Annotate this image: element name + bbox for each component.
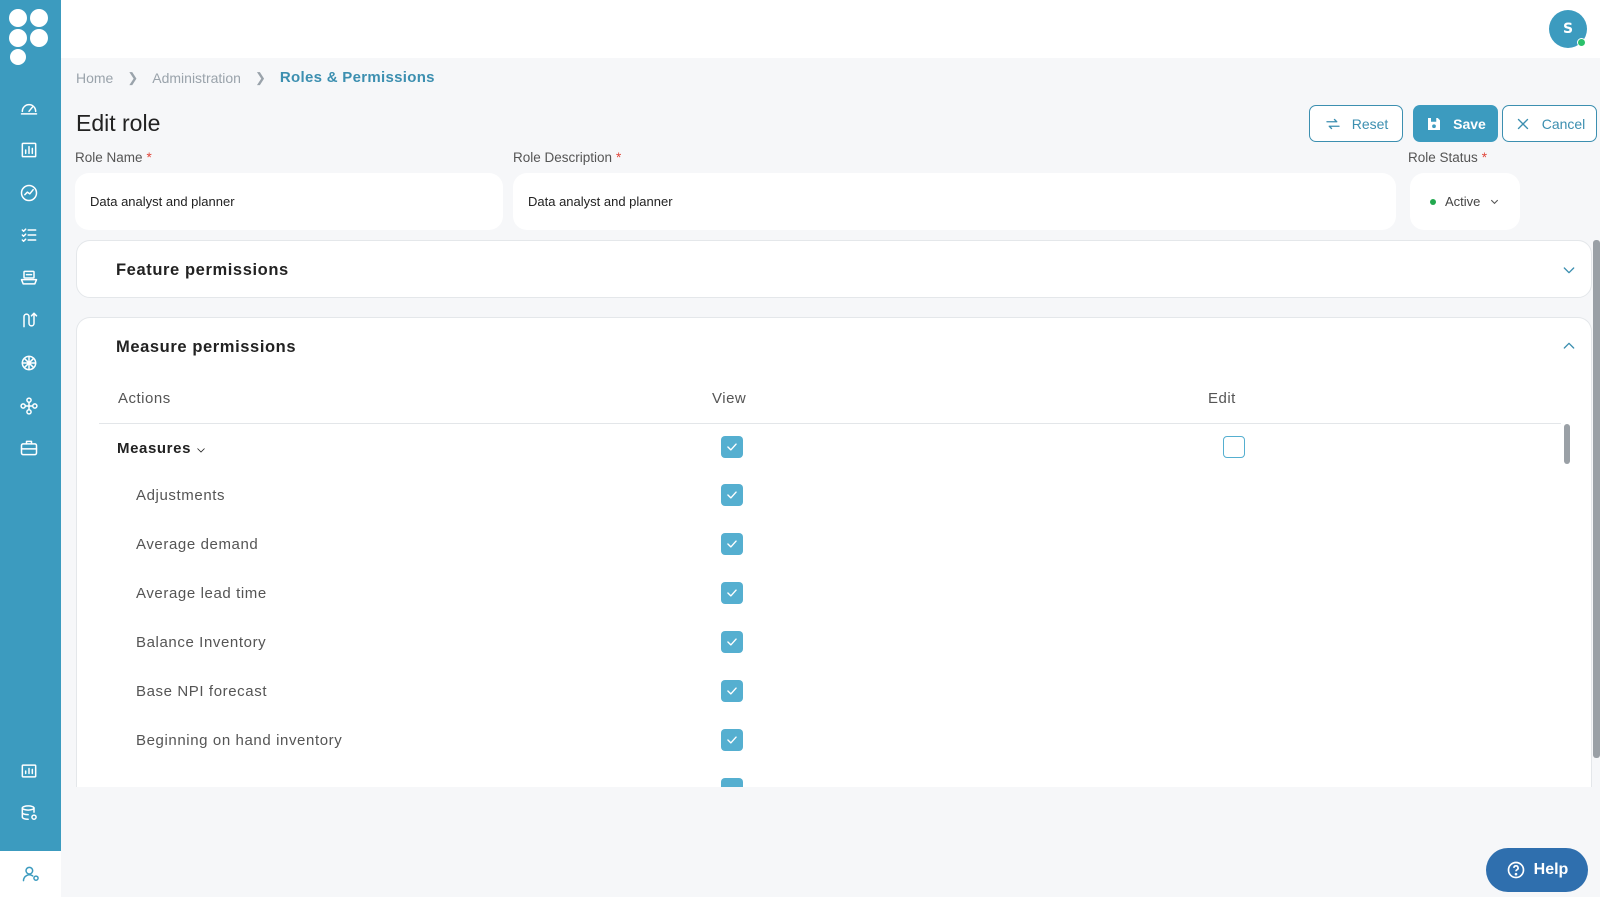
check-icon <box>727 540 737 548</box>
check-icon <box>727 638 737 646</box>
help-button[interactable]: Help <box>1486 848 1588 892</box>
chevron-down-icon <box>1491 199 1499 205</box>
measures-edit-checkbox[interactable] <box>1223 436 1245 458</box>
check-icon <box>727 589 737 597</box>
row-label-balance-inventory: Balance Inventory <box>136 634 267 651</box>
avatar-initial: S <box>1562 21 1574 37</box>
breadcrumb: Home ❯ Administration ❯ Roles & Permissi… <box>76 69 435 86</box>
row-label-beginning-on-hand-inventory: Beginning on hand inventory <box>136 732 343 749</box>
measures-group-label: Measures <box>117 440 192 457</box>
chevron-down-icon <box>195 443 207 455</box>
role-name-label: Role Name * <box>75 150 152 165</box>
status-active-dot <box>1430 198 1436 205</box>
reset-label: Reset <box>1351 115 1389 132</box>
breadcrumb-home[interactable]: Home <box>76 70 113 86</box>
breadcrumb-current: Roles & Permissions <box>279 69 435 86</box>
row-label-average-demand: Average demand <box>136 536 259 553</box>
chevron-up-icon[interactable] <box>1561 338 1577 354</box>
role-status-value: Active <box>1445 194 1481 209</box>
ai-icon[interactable] <box>17 351 41 375</box>
chevron-right-icon: ❯ <box>127 69 139 85</box>
database-settings-icon[interactable] <box>17 801 41 825</box>
column-header-view: View <box>712 390 747 407</box>
column-header-edit: Edit <box>1208 390 1236 407</box>
required-mark: * <box>616 150 622 165</box>
save-icon <box>1428 117 1441 130</box>
role-description-field[interactable]: Data analyst and planner <box>513 173 1396 230</box>
breadcrumb-administration[interactable]: Administration <box>152 70 241 86</box>
table-scrollbar[interactable] <box>1564 424 1570 464</box>
measures-group-toggle[interactable]: Measures <box>117 440 207 457</box>
role-name-label-text: Role Name <box>75 150 143 165</box>
reset-icon <box>1326 118 1340 129</box>
average-demand-view-checkbox[interactable] <box>721 533 743 555</box>
shipping-icon[interactable] <box>17 266 41 290</box>
row-label-adjustments: Adjustments <box>136 487 226 504</box>
average-lead-time-view-checkbox[interactable] <box>721 582 743 604</box>
role-status-label: Role Status * <box>1408 150 1487 165</box>
check-icon <box>727 491 737 499</box>
flow-icon[interactable] <box>17 308 41 332</box>
feature-permissions-title: Feature permissions <box>116 261 289 279</box>
measure-permissions-title: Measure permissions <box>116 338 297 356</box>
sidebar <box>0 0 61 897</box>
cancel-label: Cancel <box>1541 115 1586 132</box>
check-icon <box>727 443 737 451</box>
admin-user-settings-icon[interactable] <box>0 851 61 897</box>
dashboard-chart-icon[interactable] <box>17 759 41 783</box>
page-title: Edit role <box>76 110 161 136</box>
balance-inventory-view-checkbox[interactable] <box>721 631 743 653</box>
chevron-right-icon: ❯ <box>254 69 266 85</box>
row-label-base-npi-forecast: Base NPI forecast <box>136 683 268 700</box>
app-logo[interactable] <box>6 6 52 66</box>
role-description-label-text: Role Description <box>513 150 613 165</box>
required-mark: * <box>1481 150 1488 165</box>
top-bar <box>61 0 1600 58</box>
save-label: Save <box>1453 115 1486 132</box>
role-status-label-text: Role Status <box>1408 150 1478 165</box>
column-header-actions: Actions <box>118 390 171 407</box>
help-label: Help <box>1533 861 1569 878</box>
measure-permissions-panel: Measure permissions Actions View Edit Me… <box>76 317 1592 787</box>
row-label-average-lead-time: Average lead time <box>136 585 267 602</box>
adjustments-view-checkbox[interactable] <box>721 484 743 506</box>
dashboard-icon[interactable] <box>17 96 41 120</box>
task-list-icon[interactable] <box>17 223 41 247</box>
base-npi-forecast-view-checkbox[interactable] <box>721 680 743 702</box>
next-row-view-checkbox[interactable] <box>721 778 743 787</box>
reports-icon[interactable] <box>17 138 41 162</box>
cancel-button[interactable]: Cancel <box>1502 105 1597 142</box>
online-status-dot <box>1577 38 1586 47</box>
role-status-select[interactable]: Active <box>1410 173 1520 230</box>
reset-button[interactable]: Reset <box>1309 105 1403 142</box>
briefcase-icon[interactable] <box>17 436 41 460</box>
beginning-on-hand-inventory-view-checkbox[interactable] <box>721 729 743 751</box>
analytics-icon[interactable] <box>17 181 41 205</box>
role-description-label: Role Description * <box>513 150 621 165</box>
chevron-down-icon[interactable] <box>1561 262 1577 278</box>
save-button[interactable]: Save <box>1413 105 1498 142</box>
required-mark: * <box>146 150 152 165</box>
check-icon <box>727 687 737 695</box>
measures-view-checkbox[interactable] <box>721 436 743 458</box>
feature-permissions-panel[interactable]: Feature permissions <box>76 240 1592 298</box>
header-divider <box>99 423 1561 424</box>
help-icon <box>1507 861 1524 879</box>
role-description-value: Data analyst and planner <box>528 194 673 209</box>
role-name-value: Data analyst and planner <box>90 194 235 209</box>
close-icon <box>1517 118 1528 129</box>
page-scrollbar[interactable] <box>1593 240 1600 758</box>
network-icon[interactable] <box>17 394 41 418</box>
check-icon <box>727 736 737 744</box>
role-name-field[interactable]: Data analyst and planner <box>75 173 503 230</box>
